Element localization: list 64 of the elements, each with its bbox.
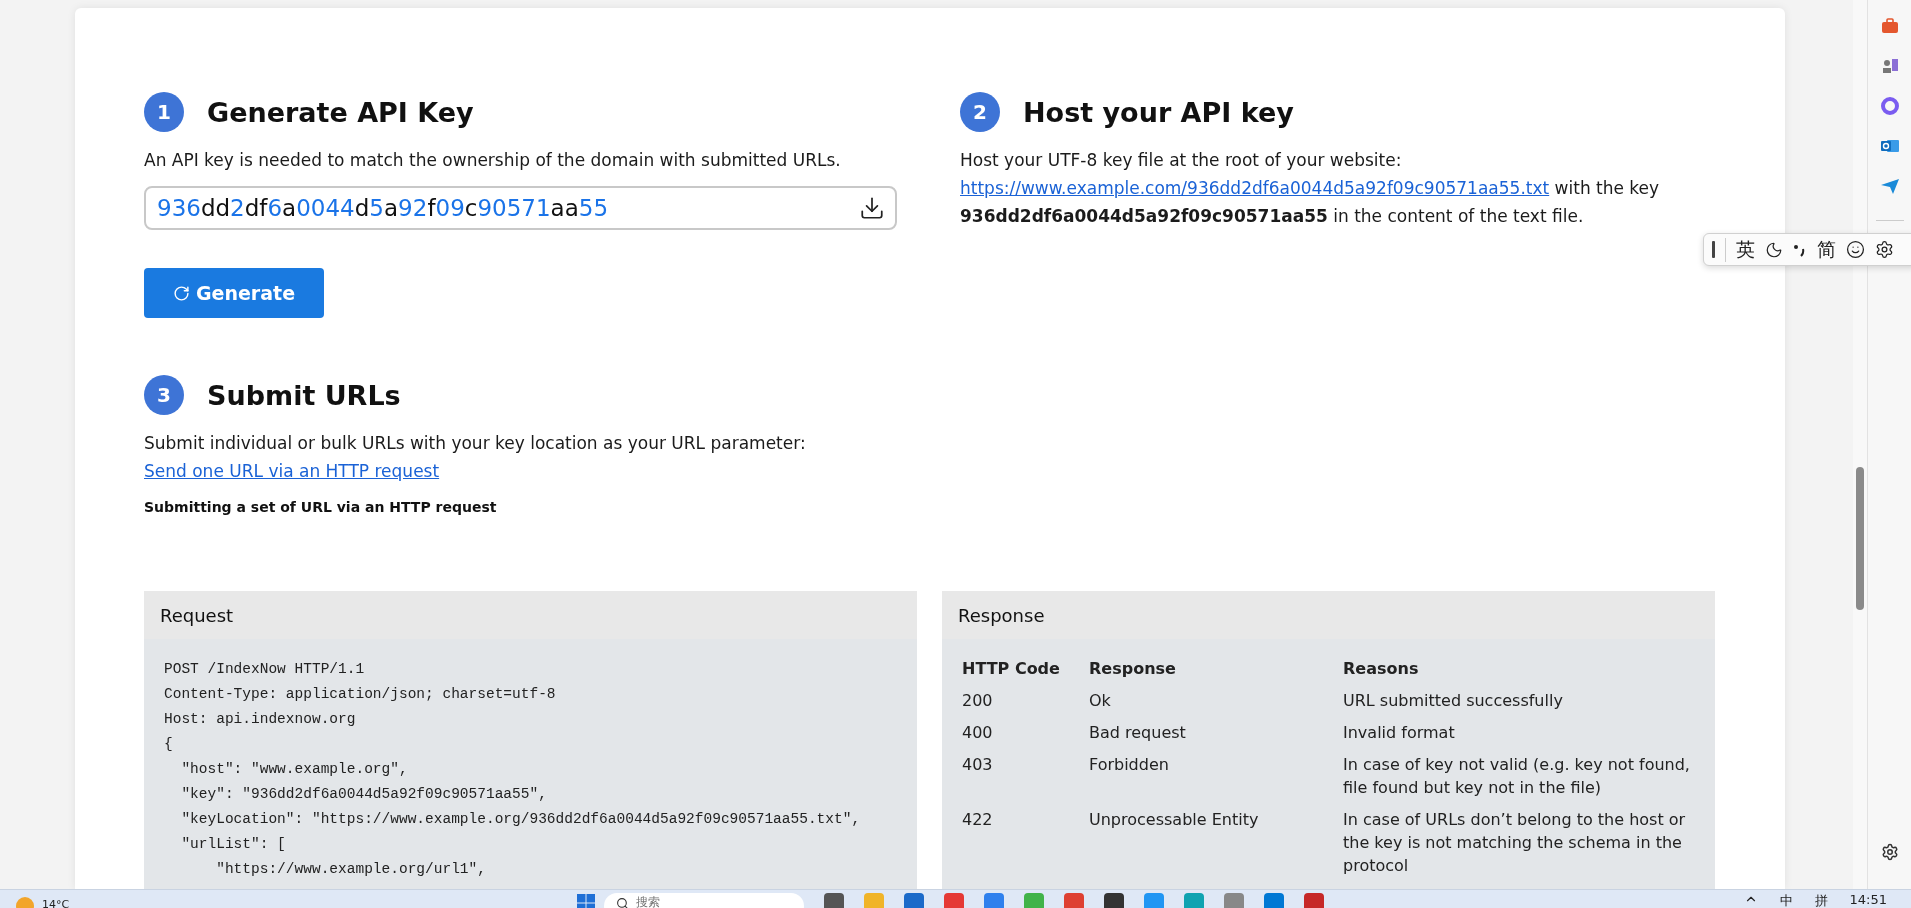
table-cell-text: Bad request [1089,722,1187,744]
step-number: 1 [144,92,184,132]
column-header: Reasons [1343,658,1420,680]
app-icon[interactable] [984,893,1004,908]
step-number: 2 [960,92,1000,132]
table-cell-text: 200 [962,690,994,712]
settings-icon[interactable] [1880,843,1899,861]
moon-icon[interactable] [1765,240,1783,259]
key-file-link[interactable]: https://www.example.com/936dd2df6a0044d5a92f09c90571aa55.txt [960,178,1550,198]
drag-handle-icon [1712,241,1715,258]
scrollbar-thumb[interactable] [1856,467,1864,610]
app-icon[interactable] [864,893,884,908]
taskbar-search-field[interactable]: 搜索 [604,893,804,908]
app-icon[interactable] [1104,893,1124,908]
app-icon[interactable] [1064,893,1084,908]
column-header: HTTP Code [962,658,1061,680]
table-cell-text: 403 [962,754,994,776]
toolbox-icon[interactable] [1879,16,1900,36]
table-cell-text: URL submitted successfully [1343,690,1564,712]
start-icon[interactable] [576,893,596,908]
table-cell-text: Unprocessable Entity [1089,809,1260,831]
app-icon[interactable] [1144,893,1164,908]
app-icon[interactable] [1264,893,1284,908]
panel-title: Response [942,591,1715,639]
settings-icon[interactable] [1875,240,1894,259]
ime-script-label[interactable]: 简 [1817,236,1836,263]
temperature: 14°C [42,898,70,908]
api-key-value: 936dd2df6a0044d5a92f09c90571aa55 [157,195,609,221]
section-title: Submit URLs [207,379,401,411]
section-description: An API key is needed to match the ownership of the domain with submitted URLs. [144,149,842,172]
send-url-link[interactable]: Send one URL via an HTTP request [144,461,440,481]
input-method-indicator[interactable]: 中 [1779,892,1793,908]
input-method-indicator[interactable]: 拼 [1814,892,1828,908]
app-icon[interactable] [824,893,844,908]
app-icon[interactable] [1184,893,1204,908]
app-icon[interactable] [1224,893,1244,908]
clock: 14:51 [1849,892,1887,907]
ring-logo-icon[interactable] [1879,96,1900,116]
refresh-icon [172,284,190,302]
app-icon[interactable] [904,893,924,908]
table-cell-text: 400 [962,722,994,744]
section-description: Submit individual or bulk URLs with your key location as your URL parameter: [144,432,807,455]
table-cell-text: Ok [1089,690,1112,712]
table-cell-text: In case of URLs don’t belong to the host or the key is not matching the schema in the protocol [1343,809,1687,877]
step-number: 3 [144,375,184,415]
table-cell-text: Invalid format [1343,722,1456,744]
app-icon[interactable] [944,893,964,908]
app-icon[interactable] [1304,893,1324,908]
punctuation-icon[interactable] [1793,242,1807,257]
smiley-icon[interactable] [1846,240,1865,259]
download-icon[interactable] [859,195,885,221]
subheading: Submitting a set of URL via an HTTP request [144,499,498,515]
table-cell-text: 422 [962,809,994,831]
section-title: Generate API Key [207,96,474,128]
column-header: Response [1089,658,1177,680]
request-code: POST /IndexNow HTTP/1.1 Content-Type: application/json; charset=utf-8 Host: api.indexnow.org { "host": "www.example.org", "key": "936dd2df6a0044d5a92f09c90571aa55", "keyLocation": "https://www.example.org/936dd2df6a0044d5a92f09c90571aa55.txt", "urlList": [ "https://www.example.org/url1", [163,660,862,879]
host-instructions: Host your UTF-8 key file at the root of your website: https://www.example.com/936dd2df6a0044d5a92f09c90571aa55.txt with the key 936dd2df6a0044d5a92f09c90571aa55 in the content of the text file. [960,149,1661,228]
panel-title: Request [144,591,917,639]
table-cell-text: Forbidden [1089,754,1170,776]
generate-button[interactable]: Generate [144,268,324,318]
ime-mode-label[interactable]: 英 [1736,236,1755,263]
table-cell-text: In case of key not valid (e.g. key not found, file found but key not in the file) [1343,754,1691,799]
app-icon[interactable] [1024,893,1044,908]
section-title: Host your API key [1023,96,1294,128]
